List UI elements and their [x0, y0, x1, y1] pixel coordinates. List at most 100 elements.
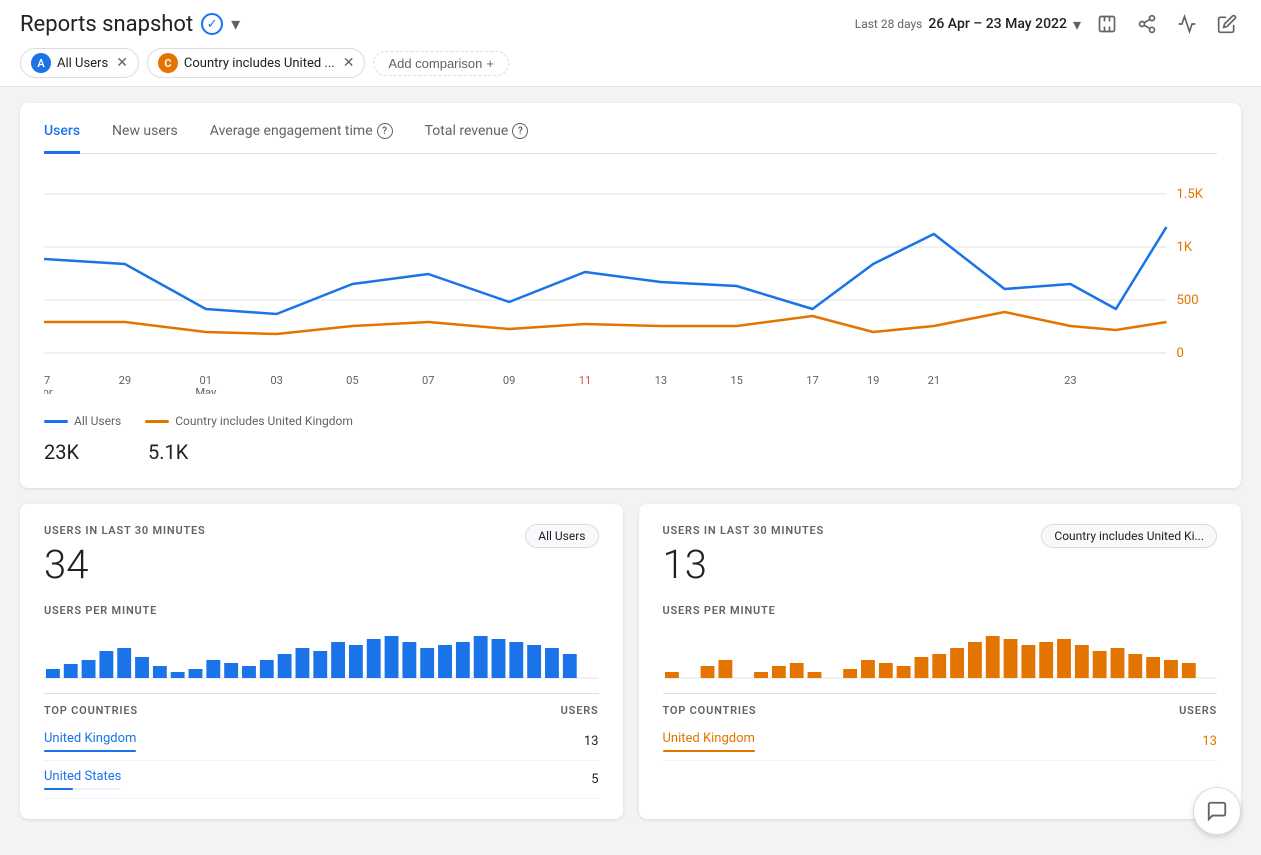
left-country-cell-1: United States — [44, 769, 121, 790]
left-country-value-0: 13 — [584, 734, 599, 749]
right-realtime-card: USERS IN LAST 30 MINUTES 13 Country incl… — [639, 504, 1242, 819]
right-per-minute-label: USERS PER MINUTE — [663, 604, 1218, 617]
main-content: Users New users Average engagement time … — [0, 87, 1261, 835]
svg-text:21: 21 — [928, 374, 940, 387]
svg-text:May: May — [195, 386, 217, 394]
orange-line — [44, 312, 1166, 334]
verified-icon: ✓ — [201, 13, 223, 35]
svg-text:1K: 1K — [1177, 240, 1193, 255]
feedback-button[interactable] — [1193, 787, 1241, 835]
left-country-name-1[interactable]: United States — [44, 769, 121, 784]
legend-orange-line — [145, 420, 169, 423]
left-country-name-0[interactable]: United Kingdom — [44, 731, 136, 746]
left-realtime-card: USERS IN LAST 30 MINUTES 34 All Users US… — [20, 504, 623, 819]
legend-country-value-wrapper: 5.1K — [148, 436, 228, 464]
chart-legend-values: 23K 5.1K — [44, 436, 1217, 464]
line-chart-svg: 1.5K 1K 500 0 27 Apr 29 01 May 03 05 07 — [44, 174, 1217, 394]
left-card-info: USERS IN LAST 30 MINUTES 34 — [44, 524, 206, 592]
legend-all-users-value: 23K — [44, 440, 124, 464]
date-range-value: 26 Apr – 23 May 2022 — [928, 16, 1067, 32]
chart-legend: All Users Country includes United Kingdo… — [44, 414, 1217, 428]
date-range: Last 28 days 26 Apr – 23 May 2022 ▾ — [855, 15, 1081, 34]
left-country-cell-0: United Kingdom — [44, 731, 136, 752]
left-country-bar-fill-1 — [44, 788, 73, 790]
left-country-bar-fill-0 — [44, 750, 136, 752]
svg-text:11: 11 — [579, 374, 591, 387]
right-country-bar-bg-0 — [663, 750, 755, 752]
chip1-close-icon[interactable]: ✕ — [116, 55, 128, 71]
filter-row: A All Users ✕ C Country includes United … — [20, 48, 1241, 86]
tab-users[interactable]: Users — [44, 123, 80, 154]
chip1-avatar: A — [31, 53, 51, 73]
right-section-label: USERS IN LAST 30 MINUTES — [663, 524, 825, 537]
svg-text:07: 07 — [422, 374, 434, 387]
chart-tabs: Users New users Average engagement time … — [44, 123, 1217, 154]
revenue-help-icon[interactable]: ? — [512, 123, 528, 139]
share-icon-button[interactable] — [1133, 10, 1161, 38]
chip1-label: All Users — [57, 56, 108, 71]
save-icon-button[interactable] — [1093, 10, 1121, 38]
add-comparison-button[interactable]: Add comparison + — [373, 51, 509, 76]
title-chevron-button[interactable]: ▾ — [231, 14, 240, 35]
chip2-label: Country includes United ... — [184, 56, 335, 71]
svg-text:03: 03 — [270, 374, 282, 387]
country-chip[interactable]: C Country includes United ... ✕ — [147, 48, 366, 78]
left-country-row-0: United Kingdom 13 — [44, 723, 599, 761]
left-country-bar-bg-1 — [44, 788, 121, 790]
right-country-cell-0: United Kingdom — [663, 731, 755, 752]
legend-all-users-value-wrapper: 23K — [44, 436, 124, 464]
left-card-header: USERS IN LAST 30 MINUTES 34 All Users — [44, 524, 599, 592]
tab-new-users-label: New users — [112, 123, 178, 139]
svg-text:17: 17 — [806, 374, 818, 387]
right-country-row-0: United Kingdom 13 — [663, 723, 1218, 761]
tab-users-label: Users — [44, 123, 80, 139]
trend-icon-button[interactable] — [1173, 10, 1201, 38]
svg-text:27: 27 — [44, 374, 50, 387]
right-card-info: USERS IN LAST 30 MINUTES 13 — [663, 524, 825, 592]
edit-icon-button[interactable] — [1213, 10, 1241, 38]
left-users-header-label: USERS — [561, 704, 599, 717]
tab-revenue-label: Total revenue — [425, 123, 509, 139]
chip2-avatar: C — [158, 53, 178, 73]
svg-text:13: 13 — [655, 374, 667, 387]
legend-country: Country includes United Kingdom — [145, 414, 353, 428]
all-users-chip[interactable]: A All Users ✕ — [20, 48, 139, 78]
header-left: Reports snapshot ✓ ▾ — [20, 12, 240, 37]
date-range-label: Last 28 days — [855, 17, 923, 31]
add-comparison-label: Add comparison — [388, 56, 482, 71]
header-right: Last 28 days 26 Apr – 23 May 2022 ▾ — [855, 10, 1241, 38]
tab-new-users[interactable]: New users — [112, 123, 178, 154]
svg-text:15: 15 — [730, 374, 742, 387]
svg-text:1.5K: 1.5K — [1177, 187, 1204, 202]
header-top-row: Reports snapshot ✓ ▾ Last 28 days 26 Apr… — [20, 10, 1241, 38]
left-country-bar-bg-0 — [44, 750, 136, 752]
right-top-countries-header: TOP COUNTRIES USERS — [663, 693, 1218, 723]
chart-card: Users New users Average engagement time … — [20, 103, 1241, 488]
right-country-bar-fill-0 — [663, 750, 755, 752]
right-bar-chart — [663, 623, 1218, 683]
left-bar-chart — [44, 623, 599, 683]
right-country-name-0[interactable]: United Kingdom — [663, 731, 755, 746]
right-segment-badge: Country includes United Ki... — [1041, 524, 1217, 548]
left-top-countries-header: TOP COUNTRIES USERS — [44, 693, 599, 723]
tab-revenue[interactable]: Total revenue ? — [425, 123, 529, 154]
right-users-header-label: USERS — [1179, 704, 1217, 717]
tab-avg-engagement-label: Average engagement time — [210, 123, 373, 139]
chart-wrapper: 1.5K 1K 500 0 27 Apr 29 01 May 03 05 07 — [44, 174, 1217, 398]
legend-country-value: 5.1K — [148, 440, 228, 464]
right-big-number: 13 — [663, 541, 825, 588]
left-top-countries-label: TOP COUNTRIES — [44, 704, 138, 717]
svg-text:0: 0 — [1177, 346, 1184, 361]
legend-all-users-label: All Users — [74, 414, 121, 428]
date-chevron-icon[interactable]: ▾ — [1073, 15, 1081, 34]
avg-engagement-help-icon[interactable]: ? — [377, 123, 393, 139]
left-per-minute-label: USERS PER MINUTE — [44, 604, 599, 617]
legend-blue-line — [44, 420, 68, 423]
svg-text:19: 19 — [867, 374, 879, 387]
add-comparison-plus-icon: + — [486, 56, 494, 71]
legend-country-label: Country includes United Kingdom — [175, 414, 353, 428]
chip2-close-icon[interactable]: ✕ — [343, 55, 355, 71]
bottom-row: USERS IN LAST 30 MINUTES 34 All Users US… — [20, 504, 1241, 819]
blue-line — [44, 227, 1166, 314]
tab-avg-engagement[interactable]: Average engagement time ? — [210, 123, 393, 154]
